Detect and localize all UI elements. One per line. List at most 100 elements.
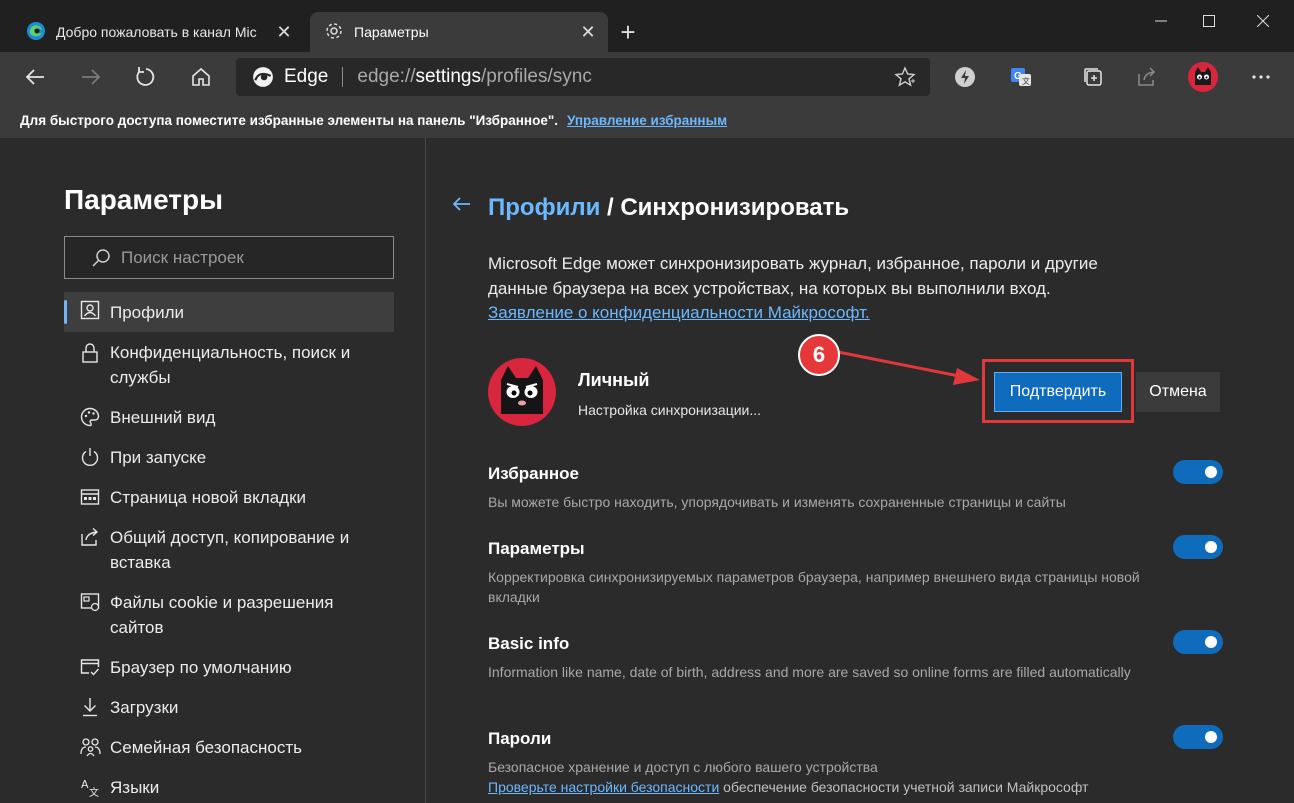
- settings-sync-toggle[interactable]: [1173, 535, 1223, 559]
- collections-icon: [1084, 68, 1102, 86]
- ellipsis-icon: [1252, 75, 1270, 79]
- collections-button[interactable]: [1076, 60, 1110, 94]
- sidebar-item-label: Внешний вид: [110, 408, 216, 427]
- arrow-left-icon: [25, 69, 44, 85]
- search-input[interactable]: [121, 247, 361, 268]
- favorites-sync-toggle[interactable]: [1173, 460, 1223, 484]
- search-icon: [92, 248, 110, 267]
- manage-favorites-link[interactable]: Управление избранным: [567, 113, 727, 128]
- extension-bolt-button[interactable]: [948, 60, 982, 94]
- close-tab-icon[interactable]: ✕: [578, 22, 598, 42]
- sync-item-title: Параметры: [488, 539, 585, 558]
- tab-title: Параметры: [354, 24, 429, 40]
- power-icon: [64, 445, 110, 472]
- translate-icon: G文: [1011, 68, 1031, 86]
- sidebar-item-cookies[interactable]: Файлы cookie и разрешения сайтов: [64, 590, 394, 640]
- settings-content: Параметры Профили Конфиденциальность, по…: [0, 138, 1294, 803]
- address-separator: [342, 67, 344, 87]
- sidebar-title: Параметры: [64, 184, 224, 215]
- sidebar-item-label: Языки: [110, 778, 160, 797]
- home-icon: [192, 67, 210, 86]
- tab-strip: Добро пожаловать в канал Mic ✕ Параметры…: [0, 0, 1294, 52]
- share-icon: [1138, 67, 1156, 86]
- avatar: [488, 358, 556, 426]
- back-arrow-button[interactable]: [450, 192, 474, 216]
- account-sync-status: Настройка синхронизации...: [578, 402, 762, 418]
- more-menu-button[interactable]: [1244, 60, 1278, 94]
- address-bar[interactable]: Edge edge://settings/profiles/sync: [236, 58, 930, 96]
- vertical-scrollbar[interactable]: [1284, 138, 1294, 803]
- settings-search-box[interactable]: [64, 236, 394, 279]
- cookie-permissions-icon: [64, 590, 110, 640]
- toggle-knob: [1205, 541, 1217, 553]
- language-icon: A文: [64, 775, 110, 802]
- arrow-left-icon: [452, 197, 470, 211]
- sync-item-title: Пароли: [488, 729, 552, 748]
- toolbar: Edge edge://settings/profiles/sync G文: [0, 52, 1294, 102]
- annotation-arrow: [837, 350, 980, 385]
- new-tab-page-icon: [64, 485, 110, 512]
- privacy-statement-link[interactable]: Заявление о конфиденциальности Майкрософ…: [488, 303, 870, 322]
- sidebar-item-appearance[interactable]: Внешний вид: [64, 405, 394, 432]
- back-button[interactable]: [18, 60, 52, 94]
- sidebar-item-profiles[interactable]: Профили: [64, 292, 394, 332]
- svg-text:A: A: [81, 778, 89, 791]
- breadcrumb-profiles-link[interactable]: Профили: [488, 194, 600, 221]
- share-button[interactable]: [1130, 60, 1164, 94]
- sidebar-item-default-browser[interactable]: Браузер по умолчанию: [64, 655, 394, 682]
- close-tab-icon[interactable]: ✕: [274, 22, 294, 42]
- page-title: Профили / Синхронизировать: [488, 194, 850, 221]
- minimize-button[interactable]: [1138, 6, 1184, 36]
- close-window-button[interactable]: [1240, 6, 1286, 36]
- sidebar-item-languages[interactable]: A文 Языки: [64, 775, 394, 802]
- favorites-bar-message: Для быстрого доступа поместите избранные…: [20, 112, 558, 128]
- new-tab-button[interactable]: +: [614, 16, 642, 48]
- favorites-bar: Для быстрого доступа поместите избранные…: [0, 102, 1294, 138]
- home-button[interactable]: [184, 60, 218, 94]
- arrow-right-icon: [82, 69, 101, 85]
- sync-description: Microsoft Edge может синхронизировать жу…: [488, 254, 1098, 322]
- refresh-button[interactable]: [129, 60, 163, 94]
- translate-extension-button[interactable]: G文: [1004, 60, 1038, 94]
- toggle-knob: [1205, 731, 1217, 743]
- sync-item-description: Корректировка синхронизируемых параметро…: [488, 569, 1140, 605]
- step-number-badge: 6: [798, 334, 840, 376]
- sync-item-description: Information like name, date of birth, ad…: [488, 664, 1131, 680]
- tab-welcome[interactable]: Добро пожаловать в канал Mic ✕: [12, 12, 304, 52]
- sync-item-title: Basic info: [488, 634, 570, 653]
- sidebar-item-label: Общий доступ, копирование и вставка: [110, 528, 350, 572]
- confirm-button[interactable]: Подтвердить: [994, 372, 1122, 412]
- favorite-star-icon[interactable]: [894, 66, 916, 93]
- sidebar-item-label: Страница новой вкладки: [110, 488, 307, 507]
- toggle-knob: [1205, 466, 1217, 478]
- cancel-button[interactable]: Отмена: [1136, 372, 1220, 412]
- maximize-button[interactable]: [1186, 6, 1232, 36]
- sidebar-item-share-copy-paste[interactable]: Общий доступ, копирование и вставка: [64, 525, 394, 575]
- security-settings-link[interactable]: Проверьте настройки безопасности: [488, 779, 719, 795]
- sidebar-item-label: При запуске: [110, 448, 207, 467]
- sync-item-passwords: Пароли Безопасное хранение и доступ с лю…: [488, 729, 1228, 797]
- svg-text:文: 文: [89, 786, 99, 797]
- sync-item-settings: Параметры Корректировка синхронизируемых…: [488, 539, 1228, 607]
- address-brand: Edge: [284, 66, 329, 87]
- lightning-icon: [955, 67, 975, 87]
- sidebar-item-family-safety[interactable]: Семейная безопасность: [64, 735, 394, 762]
- sidebar-item-label: Браузер по умолчанию: [110, 658, 292, 677]
- tab-title: Добро пожаловать в канал Mic: [56, 24, 257, 40]
- refresh-icon: [136, 67, 155, 86]
- sync-settings-panel: Профили / Синхронизировать Microsoft Edg…: [426, 138, 1294, 803]
- sidebar-item-privacy[interactable]: Конфиденциальность, поиск и службы: [64, 340, 394, 390]
- forward-button[interactable]: [74, 60, 108, 94]
- edge-logo-icon: [26, 21, 46, 44]
- passwords-sync-toggle[interactable]: [1173, 725, 1223, 749]
- sidebar-item-startup[interactable]: При запуске: [64, 445, 394, 472]
- sidebar-item-new-tab-page[interactable]: Страница новой вкладки: [64, 485, 394, 512]
- avatar-icon: [1188, 62, 1218, 92]
- sync-item-favorites: Избранное Вы можете быстро находить, упо…: [488, 464, 1228, 512]
- basic-info-sync-toggle[interactable]: [1173, 630, 1223, 654]
- sidebar-item-downloads[interactable]: Загрузки: [64, 695, 394, 722]
- account-name: Личный: [578, 370, 650, 390]
- tab-settings[interactable]: Параметры ✕: [310, 12, 608, 52]
- profile-icon: [64, 300, 110, 325]
- profile-avatar-button[interactable]: [1186, 60, 1220, 94]
